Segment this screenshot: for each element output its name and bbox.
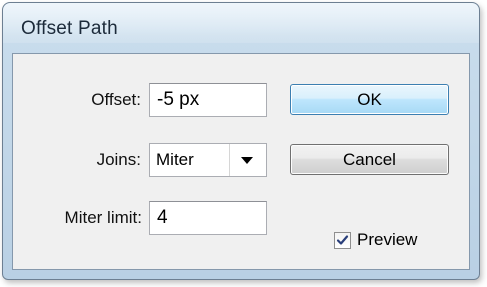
miter-limit-label: Miter limit: [64, 208, 142, 227]
joins-select[interactable]: Miter [149, 143, 267, 177]
offset-path-dialog: Offset Path Offset: Joins: Miter Miter l… [2, 2, 480, 280]
dialog-body: Offset: Joins: Miter Miter limit: OK Can… [12, 53, 470, 270]
dialog-title: Offset Path [21, 18, 118, 39]
offset-input[interactable] [149, 83, 267, 117]
ok-button[interactable]: OK [290, 84, 449, 115]
cancel-button[interactable]: Cancel [290, 144, 449, 175]
joins-dropdown-button[interactable] [229, 144, 266, 176]
preview-label[interactable]: Preview [357, 230, 417, 250]
offset-label: Offset: [91, 90, 141, 109]
chevron-down-icon [241, 157, 253, 164]
checkmark-icon [336, 235, 349, 245]
preview-checkbox[interactable] [334, 232, 351, 249]
joins-label: Joins: [96, 150, 141, 169]
joins-select-value: Miter [156, 150, 194, 169]
miter-limit-input[interactable] [149, 201, 267, 235]
